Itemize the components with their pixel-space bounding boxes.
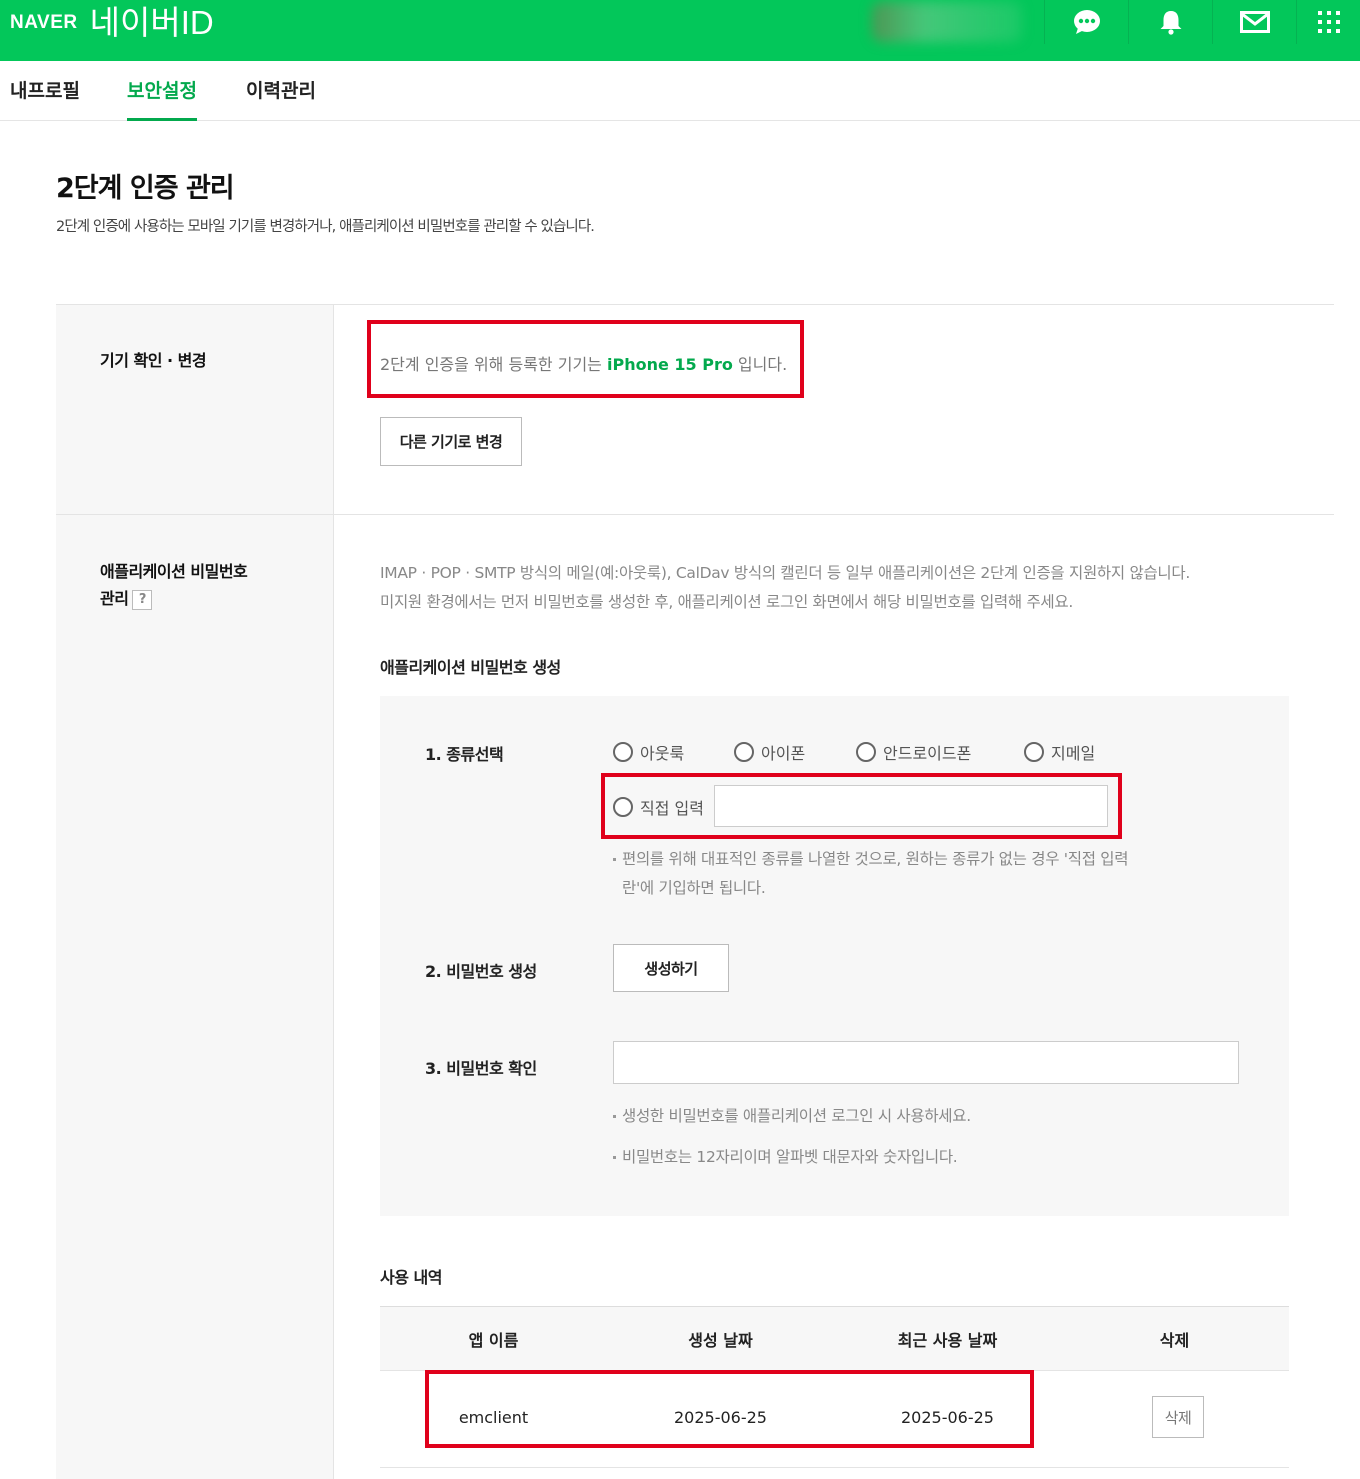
tab-my-profile[interactable]: 내프로필	[10, 76, 80, 121]
step1-note-line2: 란'에 기입하면 됩니다.	[622, 879, 766, 897]
bullet-dot	[613, 1156, 616, 1159]
chat-button[interactable]	[1044, 0, 1128, 44]
app-password-label-line1: 애플리케이션 비밀번호	[100, 562, 248, 581]
column-created-date: 생성 날짜	[688, 1331, 753, 1350]
radio-gmail-label: 지메일	[1051, 744, 1096, 763]
radio-iphone-label: 아이폰	[761, 744, 806, 763]
app-password-info-line1: IMAP · POP · SMTP 방식의 메일(예:아웃룩), CalDav …	[380, 564, 1190, 582]
radio-iphone[interactable]: 아이폰	[734, 740, 805, 764]
app-password-section-label: 애플리케이션 비밀번호 관리?	[100, 558, 248, 612]
app-password-info-line2: 미지원 환경에서는 먼저 비밀번호를 생성한 후, 애플리케이션 로그인 화면에…	[380, 593, 1073, 611]
mail-button[interactable]	[1212, 0, 1296, 44]
step3-note1-text: 생성한 비밀번호를 애플리케이션 로그인 시 사용하세요.	[622, 1107, 971, 1125]
app-password-label-line2: 관리	[100, 589, 129, 608]
radio-outlook[interactable]: 아웃룩	[613, 740, 684, 764]
radio-gmail[interactable]: 지메일	[1024, 740, 1095, 764]
column-last-used-date: 최근 사용 날짜	[897, 1331, 998, 1350]
bullet-dot	[613, 1115, 616, 1118]
step1-note-line1: 편의를 위해 대표적인 종류를 나열한 것으로, 원하는 종류가 없는 경우 '…	[622, 850, 1129, 868]
page-title: 2단계 인증 관리	[56, 173, 235, 204]
radio-outlook-label: 아웃룩	[640, 744, 685, 763]
mail-icon	[1239, 11, 1270, 33]
radio-circle-icon	[856, 742, 876, 762]
bell-icon	[1159, 9, 1183, 35]
device-section-label-col	[56, 305, 334, 514]
change-device-button[interactable]: 다른 기기로 변경	[380, 417, 522, 466]
naver-id-logo[interactable]: NAVER 네이버ID	[10, 4, 214, 41]
step3-label: 3. 비밀번호 확인	[425, 1059, 537, 1078]
step3-note1: 생성한 비밀번호를 애플리케이션 로그인 시 사용하세요.	[613, 1102, 971, 1131]
nav-tabs: 내프로필 보안설정 이력관리	[0, 61, 1360, 121]
radio-circle-icon	[734, 742, 754, 762]
highlight-box-usage-row	[425, 1370, 1034, 1448]
table-bottom-line	[380, 1467, 1289, 1468]
highlight-box-device	[367, 320, 804, 398]
column-delete: 삭제	[1159, 1331, 1190, 1350]
help-icon[interactable]: ?	[132, 589, 153, 610]
usage-title: 사용 내역	[380, 1268, 442, 1287]
notification-button[interactable]	[1128, 0, 1212, 44]
radio-android-label: 안드로이드폰	[883, 744, 972, 763]
apps-grid-icon	[1317, 11, 1340, 33]
generated-password-field[interactable]	[613, 1041, 1239, 1084]
step3-note2-text: 비밀번호는 12자리이며 알파벳 대문자와 숫자입니다.	[622, 1148, 958, 1166]
tab-security-settings[interactable]: 보안설정	[127, 76, 197, 121]
generate-title: 애플리케이션 비밀번호 생성	[380, 658, 561, 677]
naver-logo-text: NAVER	[10, 12, 78, 33]
naver-id-text: 네이버ID	[89, 4, 214, 41]
highlight-box-custom-input	[601, 773, 1122, 839]
app-password-label-col	[56, 515, 334, 1479]
apps-button[interactable]	[1296, 0, 1360, 44]
step3-note2: 비밀번호는 12자리이며 알파벳 대문자와 숫자입니다.	[613, 1143, 958, 1172]
delete-row-button[interactable]: 삭제	[1152, 1396, 1204, 1438]
profile-avatar-blurred[interactable]	[872, 2, 1022, 42]
radio-android[interactable]: 안드로이드폰	[856, 740, 971, 764]
bullet-dot	[613, 858, 616, 861]
radio-circle-icon	[1024, 742, 1044, 762]
chat-icon	[1073, 9, 1101, 35]
radio-circle-icon	[613, 742, 633, 762]
column-app-name: 앱 이름	[468, 1331, 519, 1350]
tab-history[interactable]: 이력관리	[246, 76, 316, 121]
step2-label: 2. 비밀번호 생성	[425, 962, 537, 981]
step1-label: 1. 종류선택	[425, 745, 504, 764]
generate-password-button[interactable]: 생성하기	[613, 944, 729, 992]
step1-note: 편의를 위해 대표적인 종류를 나열한 것으로, 원하는 종류가 없는 경우 '…	[613, 845, 1129, 903]
top-header: NAVER 네이버ID	[0, 0, 1360, 61]
device-section-label: 기기 확인 · 변경	[100, 351, 207, 370]
page-description: 2단계 인증에 사용하는 모바일 기기를 변경하거나, 애플리케이션 비밀번호를…	[56, 219, 595, 235]
usage-table-header: 앱 이름 생성 날짜 최근 사용 날짜 삭제	[380, 1306, 1289, 1371]
